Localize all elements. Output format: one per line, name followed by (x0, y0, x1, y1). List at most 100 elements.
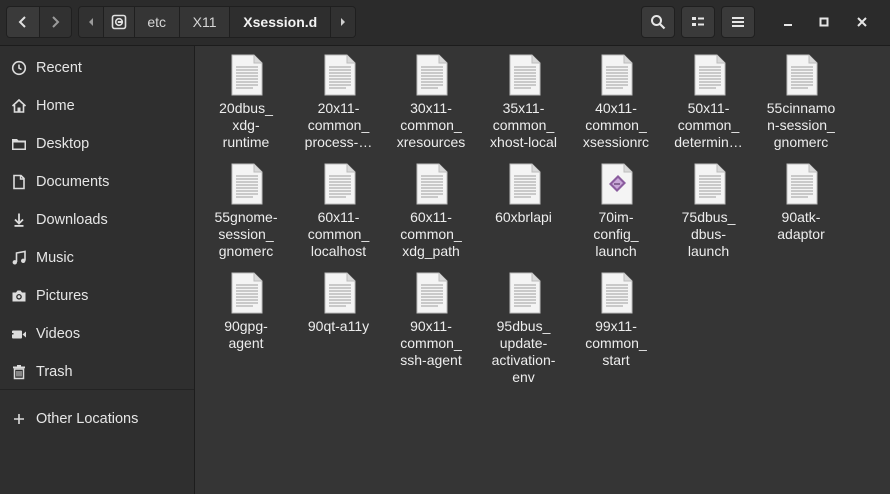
file-item[interactable]: 60x11- common_ localhost (293, 155, 385, 259)
sidebar-item-label: Recent (36, 60, 82, 76)
file-item[interactable]: 20x11- common_ process-… (293, 46, 385, 150)
header-bar: etc X11 Xsession.d (0, 0, 890, 46)
path-crumb-root[interactable] (103, 7, 135, 37)
file-item[interactable]: 90gpg- agent (200, 264, 292, 368)
document-icon (11, 174, 27, 190)
sidebar-item-label: Trash (36, 364, 73, 380)
drive-icon (111, 14, 127, 30)
file-item[interactable]: 40x11- common_ xsessionrc (570, 46, 662, 150)
script-file-icon (601, 163, 633, 205)
file-name: 40x11- common_ xsessionrc (582, 100, 650, 150)
sidebar-item-other-locations[interactable]: Other Locations (0, 400, 194, 438)
path-bar: etc X11 Xsession.d (78, 6, 356, 38)
download-icon (11, 212, 27, 228)
search-icon (651, 15, 666, 30)
file-name: 90gpg- agent (224, 318, 268, 351)
sidebar-item-music[interactable]: Music (0, 239, 194, 277)
chevron-left-icon (18, 16, 26, 28)
text-file-icon (786, 54, 818, 96)
path-scroll-right-button[interactable] (331, 7, 355, 37)
path-crumb-etc[interactable]: etc (134, 7, 180, 37)
path-scroll-left-button[interactable] (79, 7, 104, 37)
sidebar-item-home[interactable]: Home (0, 87, 194, 125)
file-item[interactable]: 55cinnamo n-session_ gnomerc (755, 46, 847, 150)
sidebar-item-label: Other Locations (36, 411, 139, 427)
text-file-icon (231, 54, 263, 96)
file-item[interactable]: 75dbus_ dbus- launch (663, 155, 755, 259)
text-file-icon (324, 54, 356, 96)
sidebar-item-label: Pictures (36, 288, 89, 304)
text-file-icon (509, 163, 541, 205)
file-name: 75dbus_ dbus- launch (681, 209, 736, 259)
triangle-left-icon (88, 18, 93, 26)
minimize-icon (784, 24, 792, 26)
close-icon (857, 17, 867, 27)
text-file-icon (694, 54, 726, 96)
view-toggle-button[interactable] (681, 6, 715, 38)
file-name: 95dbus_ update- activation- env (491, 318, 556, 385)
file-item[interactable]: 90qt-a11y (293, 264, 385, 368)
file-name: 60x11- common_ localhost (307, 209, 370, 259)
file-item[interactable]: 20dbus_ xdg- runtime (200, 46, 292, 150)
clock-icon (11, 60, 27, 76)
sidebar-item-videos[interactable]: Videos (0, 315, 194, 353)
sidebar-item-downloads[interactable]: Downloads (0, 201, 194, 239)
sidebar-item-recent[interactable]: Recent (0, 49, 194, 87)
file-item[interactable]: 35x11- common_ xhost-local (478, 46, 570, 150)
file-item[interactable]: 90x11- common_ ssh-agent (385, 264, 477, 368)
file-name: 30x11- common_ xresources (396, 100, 466, 150)
path-crumb-current[interactable]: Xsession.d (230, 7, 332, 37)
sidebar-separator (0, 389, 194, 390)
text-file-icon (694, 163, 726, 205)
chevron-right-icon (52, 16, 60, 28)
maximize-icon (819, 17, 829, 27)
file-item[interactable]: 60xbrlapi (478, 155, 570, 259)
sidebar-item-label: Desktop (36, 136, 90, 152)
text-file-icon (231, 163, 263, 205)
back-button[interactable] (7, 7, 39, 37)
file-name: 55cinnamo n-session_ gnomerc (766, 100, 836, 150)
sidebar: Recent Home Desktop Documents Downloads … (0, 46, 195, 494)
sidebar-item-trash[interactable]: Trash (0, 353, 194, 391)
file-name: 90qt-a11y (307, 318, 370, 334)
sidebar-item-label: Documents (36, 174, 110, 190)
sidebar-item-label: Home (36, 98, 75, 114)
camera-icon (11, 288, 27, 304)
forward-button[interactable] (38, 7, 71, 37)
maximize-button[interactable] (814, 12, 834, 32)
sidebar-item-documents[interactable]: Documents (0, 163, 194, 201)
path-crumb-x11[interactable]: X11 (179, 7, 231, 37)
sidebar-item-desktop[interactable]: Desktop (0, 125, 194, 163)
text-file-icon (509, 54, 541, 96)
file-item[interactable]: 50x11- common_ determin… (663, 46, 755, 150)
sidebar-item-label: Music (36, 250, 74, 266)
file-item[interactable]: 55gnome- session_ gnomerc (200, 155, 292, 259)
file-item[interactable]: 90atk- adaptor (755, 155, 847, 259)
file-name: 60x11- common_ xdg_path (400, 209, 462, 259)
menu-button[interactable] (721, 6, 755, 38)
file-item[interactable]: 70im- config_ launch (570, 155, 662, 259)
text-file-icon (416, 54, 448, 96)
close-button[interactable] (852, 12, 872, 32)
music-icon (11, 250, 27, 266)
sidebar-item-pictures[interactable]: Pictures (0, 277, 194, 315)
file-name: 35x11- common_ xhost-local (490, 100, 557, 150)
text-file-icon (416, 163, 448, 205)
file-name: 90atk- adaptor (777, 209, 825, 242)
file-item[interactable]: 30x11- common_ xresources (385, 46, 477, 150)
file-item[interactable]: 60x11- common_ xdg_path (385, 155, 477, 259)
file-name: 60xbrlapi (495, 209, 552, 225)
hamburger-menu-icon (732, 17, 744, 27)
file-item[interactable]: 95dbus_ update- activation- env (478, 264, 570, 385)
search-button[interactable] (641, 6, 675, 38)
text-file-icon (324, 163, 356, 205)
file-item[interactable]: 99x11- common_ start (570, 264, 662, 368)
sidebar-item-label: Videos (36, 326, 81, 342)
plus-icon (11, 411, 27, 427)
minimize-button[interactable] (778, 12, 798, 32)
home-icon (11, 98, 27, 114)
file-name: 70im- config_ launch (593, 209, 639, 259)
video-icon (11, 326, 27, 342)
text-file-icon (601, 54, 633, 96)
list-view-icon (692, 17, 704, 26)
